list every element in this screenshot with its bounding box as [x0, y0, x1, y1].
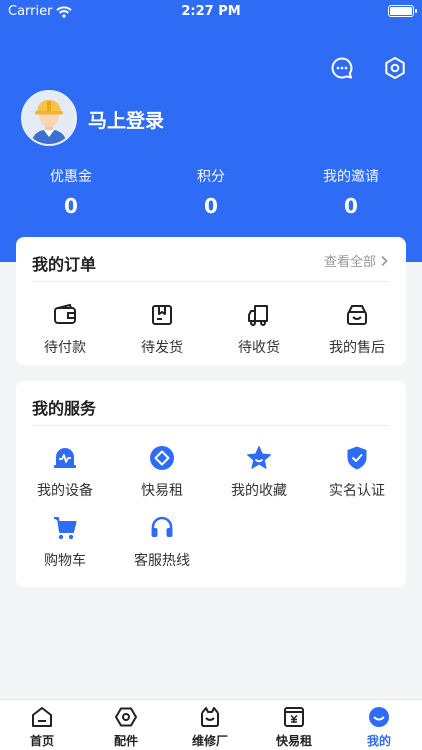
profile-header: Carrier 2:27 PM 马上登录 优惠金 0 积分 0 我的邀请 0 [0, 0, 422, 262]
service-cart-label: 购物车 [44, 553, 86, 569]
tab-parts-label: 配件 [113, 734, 138, 748]
service-favorites[interactable]: 我的收藏 [211, 445, 307, 500]
stat-invites[interactable]: 我的邀请 0 [291, 166, 411, 218]
battery-icon [388, 5, 417, 17]
view-all-orders-link[interactable]: 查看全部 [324, 251, 388, 270]
stat-coupon-value: 0 [64, 194, 78, 218]
repair-shop-icon [201, 707, 219, 727]
tab-home[interactable]: 首页 [0, 705, 84, 749]
device-monitor-icon [54, 448, 76, 468]
orders-divider [32, 281, 390, 282]
service-favorites-label: 我的收藏 [231, 483, 287, 499]
stat-points[interactable]: 积分 0 [151, 166, 271, 218]
tab-quick-rent-label: 快易租 [275, 734, 312, 748]
order-after-sales-label: 我的售后 [329, 340, 385, 356]
package-icon [152, 305, 172, 325]
tab-parts[interactable]: 配件 [84, 705, 168, 749]
tab-mine-label: 我的 [366, 734, 391, 748]
shield-check-icon [347, 446, 367, 470]
rent-tab-icon [284, 707, 304, 727]
status-time: 2:27 PM [181, 4, 241, 19]
tab-home-label: 首页 [29, 734, 54, 748]
service-hotline-label: 客服热线 [134, 553, 190, 569]
order-after-sales[interactable]: 我的售后 [309, 302, 405, 357]
rent-diamond-icon [150, 446, 174, 470]
home-icon [32, 707, 52, 727]
avatar[interactable] [21, 90, 77, 146]
service-quick-rent[interactable]: 快易租 [114, 445, 210, 500]
stat-coupon-label: 优惠金 [50, 169, 92, 185]
order-pending-shipment[interactable]: 待发货 [114, 302, 210, 357]
stat-invites-label: 我的邀请 [323, 169, 379, 185]
service-verification[interactable]: 实名认证 [309, 445, 405, 500]
order-pending-receipt[interactable]: 待收货 [211, 302, 307, 357]
services-divider [32, 425, 390, 426]
tab-mine[interactable]: 我的 [337, 705, 421, 749]
order-pending-shipment-label: 待发货 [141, 340, 183, 356]
star-icon [247, 446, 271, 469]
parts-hex-icon [115, 707, 137, 727]
tab-quick-rent[interactable]: 快易租 [252, 705, 336, 749]
worker-avatar-icon [23, 92, 75, 144]
order-pending-payment[interactable]: 待付款 [17, 302, 113, 357]
service-verification-label: 实名认证 [329, 483, 385, 499]
settings-icon[interactable] [383, 56, 407, 80]
stat-points-value: 0 [204, 194, 218, 218]
view-all-label: 查看全部 [323, 255, 376, 270]
wallet-icon [54, 303, 76, 324]
service-hotline[interactable]: 客服热线 [114, 515, 210, 570]
message-icon[interactable] [330, 56, 354, 80]
tab-repair-shop[interactable]: 维修厂 [168, 705, 252, 749]
services-title: 我的服务 [32, 399, 97, 418]
profile-icon [369, 707, 389, 727]
truck-icon [248, 305, 268, 326]
service-quick-rent-label: 快易租 [141, 483, 183, 499]
status-bar: Carrier 2:27 PM [0, 0, 422, 24]
service-my-devices[interactable]: 我的设备 [17, 445, 113, 500]
chevron-right-icon [381, 255, 388, 266]
stat-invites-value: 0 [344, 194, 358, 218]
login-link[interactable]: 马上登录 [88, 106, 164, 133]
headset-icon [151, 516, 173, 537]
service-my-devices-label: 我的设备 [37, 483, 93, 499]
orders-card: 我的订单 查看全部 待付款 待发货 待收货 我的售后 [16, 237, 406, 365]
bottom-tab-bar: 首页 配件 维修厂 快易租 我的 [0, 699, 422, 750]
tab-repair-shop-label: 维修厂 [191, 734, 228, 748]
orders-title: 我的订单 [32, 255, 97, 274]
services-card: 我的服务 我的设备 快易租 我的收藏 实名认证 购物车 客服热线 [16, 381, 406, 587]
after-sales-box-icon [347, 305, 367, 325]
stat-points-label: 积分 [197, 169, 225, 185]
service-cart[interactable]: 购物车 [17, 515, 113, 570]
stat-coupon[interactable]: 优惠金 0 [11, 166, 131, 218]
order-pending-receipt-label: 待收货 [238, 340, 280, 356]
cart-icon [54, 517, 77, 540]
order-pending-payment-label: 待付款 [44, 340, 86, 356]
